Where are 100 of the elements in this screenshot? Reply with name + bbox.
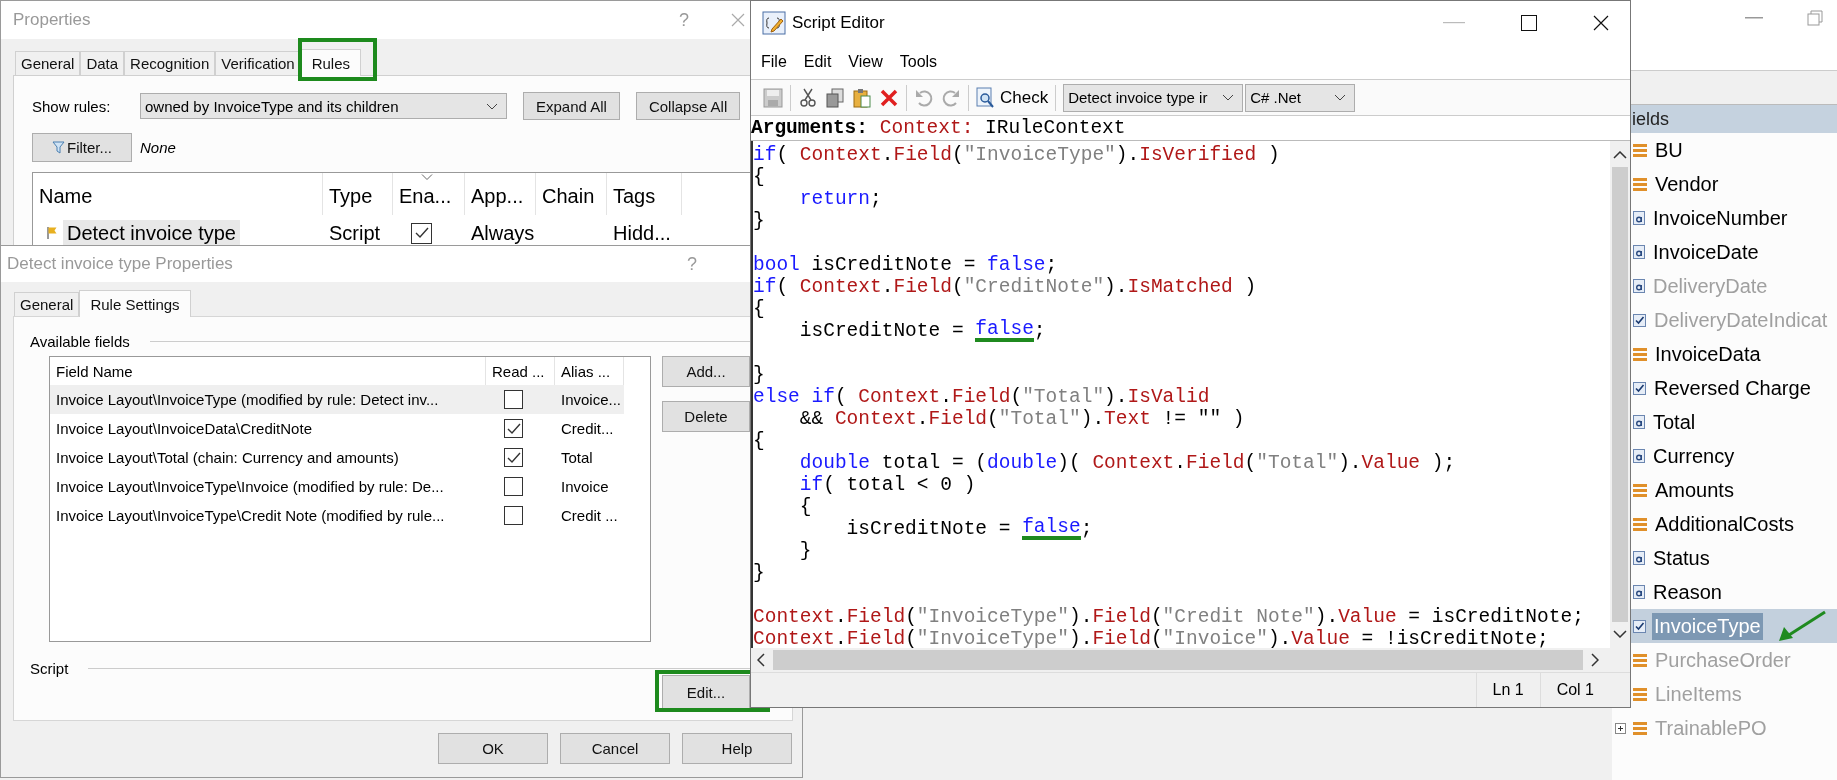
menu-item[interactable]: Tools — [899, 52, 938, 71]
code-line: } — [753, 210, 766, 233]
rule-dropdown[interactable]: Detect invoice type ir — [1063, 83, 1244, 112]
tab[interactable]: Rules — [300, 49, 361, 76]
filter-button[interactable]: Filter... — [32, 133, 132, 162]
scroll-up-icon[interactable] — [1613, 151, 1627, 160]
tree-item[interactable]: Vendor — [1612, 167, 1837, 201]
button[interactable]: Collapse All — [635, 92, 741, 120]
tree-item[interactable]: Amounts — [1612, 473, 1837, 507]
group-icon — [1633, 177, 1647, 191]
checkmark-icon — [505, 450, 522, 465]
text-field-icon — [1633, 211, 1645, 225]
table-row[interactable]: Invoice Layout\InvoiceType\Invoice (modified by rule: De... Invoice — [50, 472, 624, 501]
button[interactable]: Expand All — [523, 92, 620, 120]
table-row[interactable]: Invoice Layout\InvoiceData\CreditNote Credit... — [50, 414, 624, 443]
menu-item[interactable]: View — [848, 52, 883, 71]
add-button[interactable]: Add... — [662, 356, 750, 387]
checkbox[interactable] — [411, 222, 432, 244]
scroll-left-icon[interactable] — [757, 653, 765, 668]
group-label: Available fields — [30, 333, 130, 350]
cut-icon[interactable] — [798, 87, 818, 108]
group-icon — [1633, 517, 1647, 531]
sort-caret-icon — [421, 174, 433, 180]
table-cell-text: Invoice — [560, 478, 610, 495]
window-title: Detect invoice type Properties — [7, 254, 234, 274]
column-header[interactable]: Name — [33, 173, 323, 215]
scroll-down-icon[interactable] — [1613, 630, 1627, 639]
checkbox-field-icon — [1633, 313, 1646, 327]
table-row[interactable]: Invoice Layout\Total (chain: Currency and amounts) Total — [50, 443, 624, 472]
tree-item[interactable]: Total — [1612, 405, 1837, 439]
tree-item[interactable]: AdditionalCosts — [1612, 507, 1837, 541]
window-title: Script Editor — [792, 12, 885, 33]
column-header[interactable]: Chain — [536, 173, 607, 215]
code-line: && Context.Field("Total").Text != "" ) — [798, 408, 1246, 431]
code-line: { — [798, 496, 813, 519]
tree-item[interactable]: InvoiceNumber — [1612, 201, 1837, 235]
table-cell-text: Invoice Layout\InvoiceType (modified by rule: Detect inv... — [55, 391, 440, 408]
tree-item[interactable]: InvoiceData — [1612, 337, 1837, 371]
column-header[interactable]: Tags — [607, 173, 682, 215]
field-name: InvoiceDate — [1652, 239, 1760, 265]
checkbox[interactable] — [504, 477, 523, 496]
menu-item[interactable]: File — [761, 52, 787, 71]
table-cell-text: Invoice Layout\InvoiceType\Credit Note (modified by rule... — [55, 507, 446, 524]
tree-item[interactable]: Reason — [1612, 575, 1837, 609]
horizontal-scrollbar[interactable] — [751, 648, 1630, 672]
tab[interactable]: General — [14, 292, 80, 316]
table-cell[interactable]: Detect invoice type — [63, 219, 240, 247]
column-header[interactable]: App... — [465, 173, 536, 215]
text-field-icon — [1633, 415, 1645, 429]
tree-item[interactable]: InvoiceDate — [1612, 235, 1837, 269]
edit-button[interactable]: Edit... — [662, 675, 750, 709]
paste-icon[interactable] — [852, 87, 872, 108]
checkbox[interactable] — [504, 506, 523, 525]
button[interactable]: OK — [438, 733, 548, 764]
vertical-scrollbar[interactable] — [1610, 141, 1630, 649]
checkbox[interactable] — [504, 419, 523, 438]
checkbox[interactable] — [504, 448, 523, 467]
check-button[interactable]: Check — [976, 86, 1049, 109]
tree-item[interactable]: Currency — [1612, 439, 1837, 473]
maximize-icon[interactable] — [1521, 14, 1537, 31]
field-name: Amounts — [1654, 477, 1735, 503]
tab[interactable]: Data — [80, 51, 125, 75]
column-header[interactable]: Ena... — [393, 173, 465, 215]
checkbox[interactable] — [504, 390, 523, 409]
show-rules-dropdown[interactable]: owned by InvoiceType and its children — [140, 93, 507, 119]
field-name: Currency — [1652, 443, 1736, 469]
button[interactable]: Cancel — [560, 733, 670, 764]
table-row[interactable]: Invoice Layout\InvoiceType (modified by rule: Detect inv... Invoice... — [50, 385, 624, 414]
field-name: LineItems — [1654, 681, 1743, 707]
tab[interactable]: Recognition — [124, 51, 216, 75]
group-icon — [1633, 721, 1647, 735]
code-line: if( Context.Field("CreditNote").IsMatched ) — [753, 276, 1258, 299]
code-line: Context.Field("InvoiceType").Field("Invoice").Value = !isCreditNote; — [753, 628, 1550, 649]
field-name: InvoiceData — [1654, 341, 1762, 367]
scroll-right-icon[interactable] — [1591, 653, 1599, 668]
code-line: Context.Field("InvoiceType").Field("Credit Note").Value = isCreditNote; — [753, 606, 1585, 629]
button[interactable]: Help — [682, 733, 792, 764]
language-dropdown[interactable]: C# .Net — [1245, 83, 1356, 112]
close-icon[interactable] — [1593, 14, 1609, 31]
tree-item[interactable]: Reversed Charge — [1612, 371, 1837, 405]
menu-item[interactable]: Edit — [803, 52, 832, 71]
code-line: isCreditNote = false; — [845, 518, 1094, 541]
text-field-icon — [1633, 245, 1645, 259]
tab[interactable]: Verification — [215, 51, 301, 75]
text-field-icon — [1633, 585, 1645, 599]
field-name: PurchaseOrder — [1654, 647, 1792, 673]
delete-icon[interactable] — [879, 87, 899, 108]
delete-button[interactable]: Delete — [662, 401, 750, 432]
tab[interactable]: Rule Settings — [79, 290, 191, 317]
code-line: return; — [798, 188, 883, 211]
copy-icon[interactable] — [825, 87, 845, 108]
tree-item[interactable]: Status — [1612, 541, 1837, 575]
tab[interactable]: General — [15, 51, 81, 75]
code-line: if( total < 0 ) — [798, 474, 977, 497]
column-header[interactable]: Type — [323, 173, 393, 215]
flag-icon — [47, 227, 57, 239]
field-name: BU — [1654, 137, 1684, 163]
code-line: { — [753, 430, 766, 453]
table-cell-text: Invoice Layout\InvoiceType\Invoice (modified by rule: De... — [55, 478, 445, 495]
table-row[interactable]: Invoice Layout\InvoiceType\Credit Note (modified by rule... Credit ... — [50, 501, 624, 530]
